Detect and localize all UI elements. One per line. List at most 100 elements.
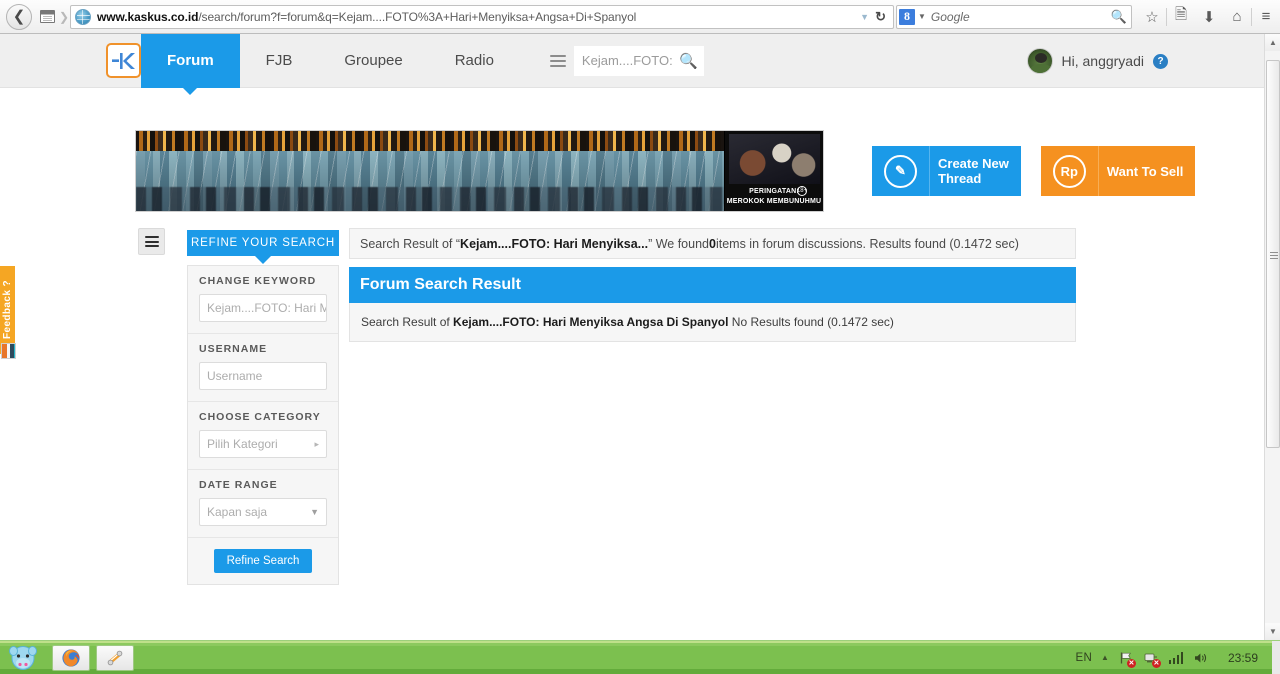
tray-expand-caret-icon[interactable]: ▲ [1101, 653, 1109, 662]
flag-security-icon[interactable]: ✕ [1118, 650, 1136, 668]
kaskus-k-mark-icon [111, 52, 135, 69]
ad-warning-line2: MEROKOK MEMBUNUHMU [726, 198, 822, 205]
advertisement-banner[interactable]: 18+ PERINGATAN: MEROKOK MEMBUNUHMU [135, 130, 824, 212]
tray-clock[interactable]: 23:59 [1228, 651, 1258, 665]
pencil-icon-wrap: ✎ [872, 146, 929, 196]
reader-list-icon[interactable]: 🗎 [1167, 2, 1195, 32]
back-arrow-icon[interactable]: ❮ [6, 3, 32, 30]
filter-group-category: CHOOSE CATEGORY Pilih Kategori ▸ [188, 402, 338, 470]
date-range-value: Kapan saja [207, 505, 268, 519]
scrollbar-thumb[interactable] [1266, 60, 1280, 448]
kaskus-logo[interactable] [106, 43, 141, 78]
volume-icon[interactable] [1193, 650, 1209, 666]
filter-group-keyword: CHANGE KEYWORD Kejam....FOTO: Hari M [188, 266, 338, 334]
create-new-thread-button[interactable]: ✎ Create New Thread [872, 146, 1021, 196]
body-prefix: Search Result of [361, 315, 454, 329]
browser-search-bar[interactable]: 8 ▼ Google 🔍 [896, 4, 1132, 29]
filter-group-username: USERNAME Username [188, 334, 338, 402]
scroll-down-arrow-icon[interactable]: ▼ [1265, 623, 1280, 640]
bookmark-star-icon[interactable]: ☆ [1138, 2, 1166, 32]
avatar[interactable] [1026, 48, 1053, 74]
error-badge-icon: ✕ [1126, 658, 1136, 668]
change-keyword-input[interactable]: Kejam....FOTO: Hari M [199, 294, 327, 322]
rupiah-icon: Rp [1052, 154, 1086, 188]
menu-hamburger-icon[interactable]: ≡ [1252, 2, 1280, 32]
search-scope-hamburger-icon[interactable] [541, 45, 574, 76]
want-to-sell-button[interactable]: Rp Want To Sell [1040, 146, 1196, 196]
summary-mid: ” We found [648, 236, 709, 251]
tray-language-indicator[interactable]: EN [1075, 652, 1092, 664]
address-bar-url: www.kaskus.co.id/search/forum?f=forum&q=… [97, 10, 854, 24]
create-new-thread-label: Create New Thread [929, 146, 1021, 196]
home-icon[interactable]: ⌂ [1223, 2, 1251, 32]
scroll-up-arrow-icon[interactable]: ▲ [1265, 34, 1280, 51]
choose-category-select[interactable]: Pilih Kategori ▸ [199, 430, 327, 458]
show-desktop-button[interactable] [1272, 641, 1280, 674]
header-search-box[interactable]: Kejam....FOTO: H 🔍 [573, 45, 704, 76]
address-bar[interactable]: www.kaskus.co.id/search/forum?f=forum&q=… [70, 4, 894, 29]
filter-label-username: USERNAME [199, 343, 268, 355]
nav-label-radio: Radio [454, 52, 494, 69]
date-range-select[interactable]: Kapan saja ▼ [199, 498, 327, 526]
history-icon[interactable] [36, 5, 58, 29]
ad-cityscape-image [136, 151, 823, 211]
side-mini-icon[interactable] [1, 343, 16, 359]
user-area[interactable]: Hi, anggryadi ? [1026, 34, 1168, 88]
summary-suffix: items in forum discussions. Results foun… [715, 236, 1019, 251]
result-panel-title: Forum Search Result [349, 267, 1076, 303]
nav-item-forum[interactable]: Forum [141, 34, 240, 95]
signal-bars-icon[interactable] [1168, 650, 1184, 666]
rupiah-icon-wrap: Rp [1040, 146, 1098, 196]
summary-query: Kejam....FOTO: Hari Menyiksa... [460, 236, 649, 251]
address-bar-path: /search/forum?f=forum&q=Kejam....FOTO%3A… [198, 9, 637, 24]
network-disconnected-icon[interactable]: ✕ [1143, 650, 1161, 668]
address-dropdown-icon[interactable]: ▼ [854, 12, 875, 22]
username-value: Username [207, 369, 263, 383]
ad-warning-photo [729, 134, 820, 184]
feedback-label: Feedback ? [2, 280, 13, 340]
sidebar-toggle-button[interactable] [138, 228, 165, 255]
page-scrollbar[interactable]: ▲ ▼ [1264, 34, 1280, 640]
ad-cigarette-warning: 18+ PERINGATAN: MEROKOK MEMBUNUHMU [724, 131, 823, 211]
filter-label-daterange: DATE RANGE [199, 479, 278, 491]
taskbar-firefox-icon[interactable] [52, 644, 90, 671]
refine-tab-label: REFINE YOUR SEARCH [191, 237, 335, 249]
page-viewport: Forum FJB Groupee Radio Kejam....FOTO: H… [0, 34, 1280, 640]
search-magnifier-icon[interactable]: 🔍 [1111, 9, 1127, 25]
reload-icon[interactable]: ↻ [875, 9, 891, 25]
taskbar: EN ▲ ✕ ✕ 23:59 [0, 640, 1280, 674]
refine-your-search-tab[interactable]: REFINE YOUR SEARCH [187, 230, 339, 264]
nav-label-groupee: Groupee [344, 52, 403, 69]
ad-warning-line1: PERINGATAN: [749, 188, 799, 195]
body-query: Kejam....FOTO: Hari Menyiksa Angsa Di Sp… [453, 315, 729, 329]
nav-item-radio[interactable]: Radio [429, 34, 520, 88]
site-header: Forum FJB Groupee Radio Kejam....FOTO: H… [0, 34, 1264, 95]
chevron-down-icon: ▼ [310, 507, 319, 517]
filter-label-keyword: CHANGE KEYWORD [199, 275, 317, 287]
feedback-tab[interactable]: Feedback ? [0, 266, 15, 354]
pencil-icon: ✎ [884, 154, 917, 188]
header-search-input[interactable]: Kejam....FOTO: H [582, 53, 675, 68]
search-icon[interactable]: 🔍 [675, 52, 698, 70]
result-panel-body: Search Result of Kejam....FOTO: Hari Men… [349, 303, 1076, 342]
chevron-right-icon: ▸ [314, 438, 319, 449]
nav-label-forum: Forum [167, 52, 214, 69]
google-badge-icon: 8 [899, 8, 915, 25]
nav-item-fjb[interactable]: FJB [240, 34, 319, 88]
refine-search-panel: CHANGE KEYWORD Kejam....FOTO: Hari M USE… [187, 265, 339, 585]
downloads-icon[interactable]: ⬇ [1195, 2, 1223, 32]
scrollbar-grip-icon [1270, 250, 1278, 261]
search-engine-caret-icon[interactable]: ▼ [915, 12, 931, 21]
forum-search-result-panel: Forum Search Result Search Result of Kej… [349, 267, 1076, 342]
username-input[interactable]: Username [199, 362, 327, 390]
nav-item-groupee[interactable]: Groupee [318, 34, 428, 88]
start-mascot-icon[interactable] [0, 642, 46, 674]
kaskus-page: Forum FJB Groupee Radio Kejam....FOTO: H… [0, 34, 1264, 640]
taskbar-app-icon[interactable] [96, 644, 134, 671]
user-greeting[interactable]: Hi, anggryadi [1062, 53, 1145, 69]
want-to-sell-label: Want To Sell [1097, 146, 1196, 196]
help-icon[interactable]: ? [1153, 53, 1168, 69]
refine-search-button[interactable]: Refine Search [213, 549, 313, 573]
browser-search-input[interactable]: Google [931, 10, 1111, 24]
site-favicon-icon [75, 8, 91, 25]
